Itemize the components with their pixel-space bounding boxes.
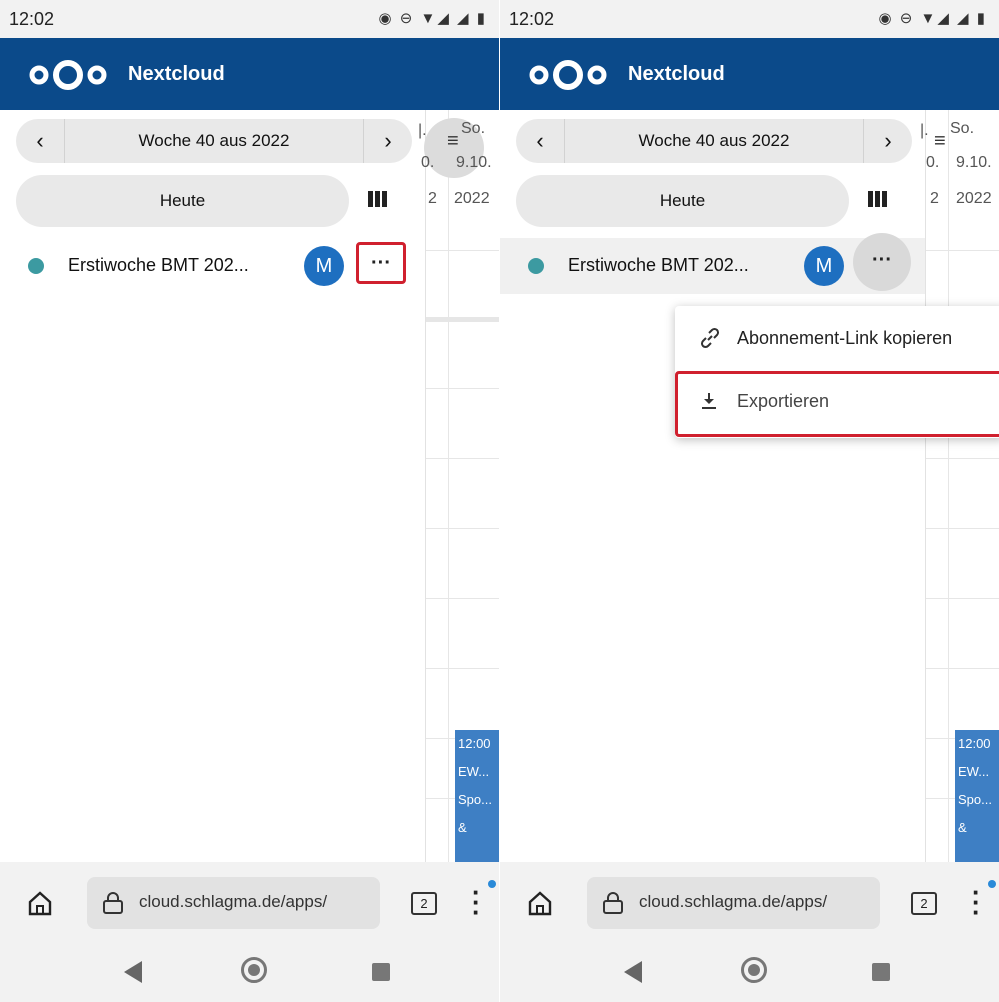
day-date: 9.10. xyxy=(456,154,492,171)
nextcloud-logo-icon[interactable] xyxy=(528,58,608,92)
home-icon[interactable] xyxy=(526,889,554,917)
calendar-name: Erstiwoche BMT 202... xyxy=(68,255,249,275)
prev-week-button[interactable]: ‹ xyxy=(516,119,565,163)
url-text: cloud.schlagma.de/apps/ xyxy=(639,892,828,911)
status-bar: 12:02 ◉ ⊖ ▼◢ ◢ ▮ xyxy=(0,0,499,38)
event-extra: & xyxy=(458,820,467,835)
event-extra: & xyxy=(958,820,967,835)
browser-menu-icon[interactable]: · · · xyxy=(472,879,482,925)
prev-week-button[interactable]: ‹ xyxy=(16,119,65,163)
android-nav-bar xyxy=(0,942,499,1002)
screenshot-right: 12:02 ◉ ⊖ ▼◢ ◢ ▮ Nextcloud ‹ Woche 40 au… xyxy=(500,0,999,1002)
copy-subscription-link-item[interactable]: Abonnement-Link kopieren xyxy=(675,308,999,370)
columns-view-icon[interactable] xyxy=(868,191,890,209)
event-title: EW... xyxy=(958,764,990,779)
day-year: 2022 xyxy=(454,190,490,207)
export-label: Exportieren xyxy=(737,391,830,411)
browser-toolbar: cloud.schlagma.de/apps/ 2 · · · xyxy=(500,862,999,942)
today-button[interactable]: Heute xyxy=(16,175,349,227)
notification-dot xyxy=(488,880,496,888)
url-text: cloud.schlagma.de/apps/ xyxy=(139,892,328,911)
recents-icon[interactable] xyxy=(872,963,890,981)
home-icon[interactable] xyxy=(26,889,54,917)
calendar-more-button[interactable]: ··· xyxy=(853,233,911,291)
app-brand: Nextcloud xyxy=(628,63,725,85)
week-label[interactable]: Woche 40 aus 2022 xyxy=(64,119,364,163)
next-week-button[interactable]: › xyxy=(863,119,912,163)
day-date: 9.10. xyxy=(956,154,992,171)
avatar: M xyxy=(804,246,844,286)
columns-view-icon[interactable] xyxy=(368,191,390,209)
recents-icon[interactable] xyxy=(372,963,390,981)
calendar-event[interactable]: 12:00 EW... Spo... & xyxy=(455,730,499,862)
calendar-color-dot[interactable] xyxy=(528,258,544,274)
notification-dot xyxy=(988,880,996,888)
tab-count-button[interactable]: 2 xyxy=(911,892,937,915)
download-icon xyxy=(702,393,716,409)
status-bar: 12:02 ◉ ⊖ ▼◢ ◢ ▮ xyxy=(500,0,999,38)
url-bar[interactable]: cloud.schlagma.de/apps/ xyxy=(87,877,380,929)
browser-toolbar: cloud.schlagma.de/apps/ 2 · · · xyxy=(0,862,499,942)
week-navigator: ‹ Woche 40 aus 2022 › xyxy=(516,119,912,163)
day-label: So. xyxy=(950,120,975,137)
app-header: Nextcloud xyxy=(500,38,999,110)
back-icon[interactable] xyxy=(124,961,142,983)
day-prev-year: 2 xyxy=(930,190,939,207)
app-header: Nextcloud xyxy=(0,38,499,110)
nextcloud-logo-icon[interactable] xyxy=(28,58,108,92)
day-prev-label: |. xyxy=(920,122,929,139)
app-brand: Nextcloud xyxy=(128,63,225,85)
calendar-event[interactable]: 12:00 EW... Spo... & xyxy=(955,730,999,862)
week-navigator: ‹ Woche 40 aus 2022 › xyxy=(16,119,412,163)
day-label: So. xyxy=(461,120,486,137)
calendar-list-item[interactable]: Erstiwoche BMT 202... M ··· xyxy=(0,238,425,294)
status-time: 12:02 xyxy=(509,9,555,29)
event-time: 12:00 xyxy=(458,736,491,751)
week-label[interactable]: Woche 40 aus 2022 xyxy=(564,119,864,163)
home-circle-icon[interactable] xyxy=(241,957,267,983)
android-nav-bar xyxy=(500,942,999,1002)
url-bar[interactable]: cloud.schlagma.de/apps/ xyxy=(587,877,880,929)
today-button[interactable]: Heute xyxy=(516,175,849,227)
day-year: 2022 xyxy=(956,190,992,207)
calendar-actions-popup: Abonnement-Link kopieren Exportieren xyxy=(675,306,999,438)
event-subtitle: Spo... xyxy=(958,792,992,807)
back-icon[interactable] xyxy=(624,961,642,983)
day-column: ≡ |. So. 0. 9.10. 2 2022 12:00 EW... Spo… xyxy=(920,110,999,862)
screenshot-left: 12:02 ◉ ⊖ ▼◢ ◢ ▮ Nextcloud ‹ Woche 40 au… xyxy=(0,0,499,1002)
day-prev-date: 0. xyxy=(421,154,435,171)
calendar-name: Erstiwoche BMT 202... xyxy=(568,255,749,275)
event-time: 12:00 xyxy=(958,736,991,751)
avatar: M xyxy=(304,246,344,286)
day-prev-label: |. xyxy=(418,122,427,139)
copy-subscription-link-label: Abonnement-Link kopieren xyxy=(737,328,953,348)
status-time: 12:02 xyxy=(9,9,55,29)
home-circle-icon[interactable] xyxy=(741,957,767,983)
status-icons: ◉ ⊖ ▼◢ ◢ ▮ xyxy=(378,10,487,27)
lock-icon xyxy=(103,892,123,914)
calendar-more-button[interactable]: ··· xyxy=(356,242,406,284)
calendar-list-item[interactable]: Erstiwoche BMT 202... M ··· xyxy=(500,233,925,294)
lock-icon xyxy=(603,892,623,914)
export-item[interactable]: Exportieren xyxy=(675,371,999,437)
status-icons: ◉ ⊖ ▼◢ ◢ ▮ xyxy=(878,10,987,27)
event-title: EW... xyxy=(458,764,490,779)
hamburger-icon[interactable]: ≡ xyxy=(934,130,946,153)
browser-menu-icon[interactable]: · · · xyxy=(972,879,982,925)
next-week-button[interactable]: › xyxy=(363,119,412,163)
link-icon xyxy=(700,327,720,349)
day-prev-date: 0. xyxy=(926,154,940,171)
hamburger-icon[interactable]: ≡ xyxy=(447,130,459,153)
day-column: ≡ |. So. 0. 9.10. 2 2022 12:00 EW... Spo… xyxy=(418,110,499,862)
tab-count-button[interactable]: 2 xyxy=(411,892,437,915)
calendar-color-dot[interactable] xyxy=(28,258,44,274)
day-prev-year: 2 xyxy=(428,190,437,207)
event-subtitle: Spo... xyxy=(458,792,492,807)
